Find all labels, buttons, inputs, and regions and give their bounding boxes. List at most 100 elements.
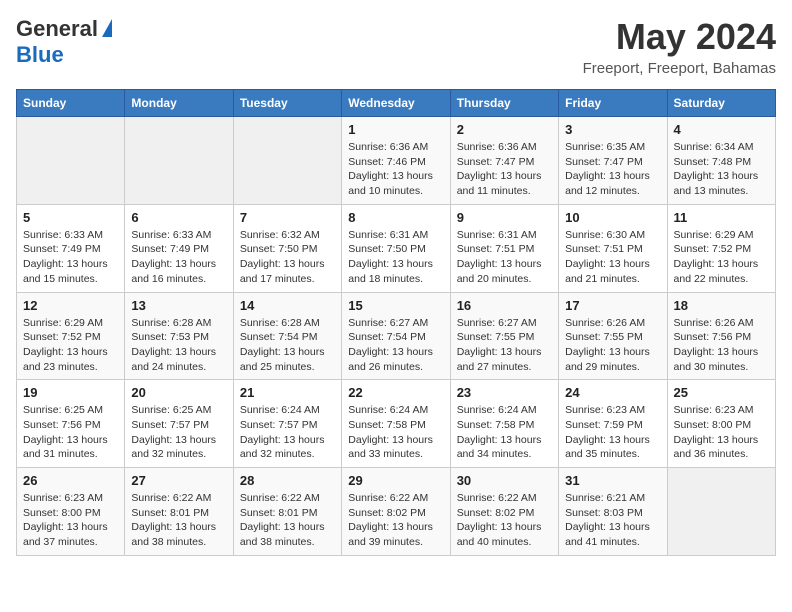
calendar-cell: 9 Sunrise: 6:31 AMSunset: 7:51 PMDaylight…: [450, 204, 558, 292]
day-number: 22: [348, 385, 443, 400]
calendar-cell: 6Sunrise: 6:33 AMSunset: 7:49 PMDaylight…: [125, 204, 233, 292]
day-info: Sunrise: 6:33 AMSunset: 7:49 PMDaylight:…: [23, 228, 118, 287]
logo-general-text: General: [16, 16, 98, 42]
day-info: Sunrise: 6:29 AMSunset: 7:52 PMDaylight:…: [674, 228, 769, 287]
title-area: May 2024 Freeport, Freeport, Bahamas: [583, 16, 776, 77]
calendar-header-wednesday: Wednesday: [342, 90, 450, 117]
day-info: Sunrise: 6:26 AMSunset: 7:56 PMDaylight:…: [674, 316, 769, 375]
day-number: 2: [457, 122, 552, 137]
day-info: Sunrise: 6:24 AMSunset: 7:57 PMDaylight:…: [240, 403, 335, 462]
calendar-cell: 20 Sunrise: 6:25 AMSunset: 7:57 PMDayligh…: [125, 380, 233, 468]
calendar-cell: [125, 117, 233, 205]
logo-blue-text: Blue: [16, 42, 64, 68]
day-number: 21: [240, 385, 335, 400]
day-number: 14: [240, 298, 335, 313]
calendar-cell: 28Sunrise: 6:22 AMSunset: 8:01 PMDayligh…: [233, 468, 341, 556]
day-info: Sunrise: 6:35 AMSunset: 7:47 PMDaylight:…: [565, 140, 660, 199]
logo-triangle-icon: [102, 19, 112, 37]
calendar-header-monday: Monday: [125, 90, 233, 117]
calendar-table: SundayMondayTuesdayWednesdayThursdayFrid…: [16, 89, 776, 556]
day-number: 12: [23, 298, 118, 313]
day-number: 7: [240, 210, 335, 225]
calendar-cell: 8Sunrise: 6:31 AMSunset: 7:50 PMDaylight…: [342, 204, 450, 292]
day-info: Sunrise: 6:36 AMSunset: 7:46 PMDaylight:…: [348, 140, 443, 199]
day-info: Sunrise: 6:24 AMSunset: 7:58 PMDaylight:…: [457, 403, 552, 462]
calendar-header-thursday: Thursday: [450, 90, 558, 117]
calendar-cell: 3 Sunrise: 6:35 AMSunset: 7:47 PMDaylight…: [559, 117, 667, 205]
calendar-week-row: 19 Sunrise: 6:25 AMSunset: 7:56 PMDayligh…: [17, 380, 776, 468]
day-number: 26: [23, 473, 118, 488]
day-info: Sunrise: 6:22 AMSunset: 8:02 PMDaylight:…: [457, 491, 552, 550]
logo: General Blue: [16, 16, 112, 68]
day-info: Sunrise: 6:23 AMSunset: 7:59 PMDaylight:…: [565, 403, 660, 462]
day-info: Sunrise: 6:22 AMSunset: 8:02 PMDaylight:…: [348, 491, 443, 550]
calendar-cell: 27 Sunrise: 6:22 AMSunset: 8:01 PMDayligh…: [125, 468, 233, 556]
calendar-cell: 22 Sunrise: 6:24 AMSunset: 7:58 PMDayligh…: [342, 380, 450, 468]
day-info: Sunrise: 6:31 AMSunset: 7:51 PMDaylight:…: [457, 228, 552, 287]
day-info: Sunrise: 6:33 AMSunset: 7:49 PMDaylight:…: [131, 228, 226, 287]
day-number: 13: [131, 298, 226, 313]
day-number: 19: [23, 385, 118, 400]
calendar-cell: [667, 468, 775, 556]
calendar-header-tuesday: Tuesday: [233, 90, 341, 117]
calendar-header-sunday: Sunday: [17, 90, 125, 117]
day-number: 31: [565, 473, 660, 488]
calendar-week-row: 26 Sunrise: 6:23 AMSunset: 8:00 PMDayligh…: [17, 468, 776, 556]
calendar-cell: 1 Sunrise: 6:36 AMSunset: 7:46 PMDaylight…: [342, 117, 450, 205]
month-year-title: May 2024: [583, 16, 776, 58]
day-info: Sunrise: 6:28 AMSunset: 7:54 PMDaylight:…: [240, 316, 335, 375]
calendar-cell: 15Sunrise: 6:27 AMSunset: 7:54 PMDayligh…: [342, 292, 450, 380]
day-info: Sunrise: 6:28 AMSunset: 7:53 PMDaylight:…: [131, 316, 226, 375]
calendar-cell: 30 Sunrise: 6:22 AMSunset: 8:02 PMDayligh…: [450, 468, 558, 556]
calendar-cell: 14 Sunrise: 6:28 AMSunset: 7:54 PMDayligh…: [233, 292, 341, 380]
day-info: Sunrise: 6:36 AMSunset: 7:47 PMDaylight:…: [457, 140, 552, 199]
day-number: 8: [348, 210, 443, 225]
calendar-cell: 24Sunrise: 6:23 AMSunset: 7:59 PMDayligh…: [559, 380, 667, 468]
calendar-cell: [17, 117, 125, 205]
calendar-cell: 7Sunrise: 6:32 AMSunset: 7:50 PMDaylight…: [233, 204, 341, 292]
day-number: 20: [131, 385, 226, 400]
calendar-cell: 23Sunrise: 6:24 AMSunset: 7:58 PMDayligh…: [450, 380, 558, 468]
day-info: Sunrise: 6:23 AMSunset: 8:00 PMDaylight:…: [23, 491, 118, 550]
day-info: Sunrise: 6:22 AMSunset: 8:01 PMDaylight:…: [131, 491, 226, 550]
calendar-week-row: 12 Sunrise: 6:29 AMSunset: 7:52 PMDayligh…: [17, 292, 776, 380]
calendar-week-row: 5 Sunrise: 6:33 AMSunset: 7:49 PMDaylight…: [17, 204, 776, 292]
day-info: Sunrise: 6:34 AMSunset: 7:48 PMDaylight:…: [674, 140, 769, 199]
calendar-header-row: SundayMondayTuesdayWednesdayThursdayFrid…: [17, 90, 776, 117]
calendar-cell: 25Sunrise: 6:23 AMSunset: 8:00 PMDayligh…: [667, 380, 775, 468]
day-number: 1: [348, 122, 443, 137]
calendar-cell: 26 Sunrise: 6:23 AMSunset: 8:00 PMDayligh…: [17, 468, 125, 556]
day-number: 3: [565, 122, 660, 137]
day-number: 17: [565, 298, 660, 313]
calendar-cell: 19 Sunrise: 6:25 AMSunset: 7:56 PMDayligh…: [17, 380, 125, 468]
day-number: 27: [131, 473, 226, 488]
calendar-cell: 16Sunrise: 6:27 AMSunset: 7:55 PMDayligh…: [450, 292, 558, 380]
day-info: Sunrise: 6:23 AMSunset: 8:00 PMDaylight:…: [674, 403, 769, 462]
calendar-cell: 31 Sunrise: 6:21 AMSunset: 8:03 PMDayligh…: [559, 468, 667, 556]
day-number: 16: [457, 298, 552, 313]
day-info: Sunrise: 6:24 AMSunset: 7:58 PMDaylight:…: [348, 403, 443, 462]
calendar-header-friday: Friday: [559, 90, 667, 117]
day-number: 5: [23, 210, 118, 225]
day-info: Sunrise: 6:21 AMSunset: 8:03 PMDaylight:…: [565, 491, 660, 550]
calendar-cell: 13 Sunrise: 6:28 AMSunset: 7:53 PMDayligh…: [125, 292, 233, 380]
day-info: Sunrise: 6:25 AMSunset: 7:57 PMDaylight:…: [131, 403, 226, 462]
calendar-cell: 12 Sunrise: 6:29 AMSunset: 7:52 PMDayligh…: [17, 292, 125, 380]
calendar-cell: 29 Sunrise: 6:22 AMSunset: 8:02 PMDayligh…: [342, 468, 450, 556]
day-number: 29: [348, 473, 443, 488]
page-header: General Blue May 2024 Freeport, Freeport…: [16, 16, 776, 77]
day-info: Sunrise: 6:29 AMSunset: 7:52 PMDaylight:…: [23, 316, 118, 375]
day-number: 11: [674, 210, 769, 225]
calendar-cell: 18Sunrise: 6:26 AMSunset: 7:56 PMDayligh…: [667, 292, 775, 380]
day-number: 9: [457, 210, 552, 225]
day-info: Sunrise: 6:30 AMSunset: 7:51 PMDaylight:…: [565, 228, 660, 287]
day-info: Sunrise: 6:27 AMSunset: 7:54 PMDaylight:…: [348, 316, 443, 375]
calendar-cell: 2 Sunrise: 6:36 AMSunset: 7:47 PMDaylight…: [450, 117, 558, 205]
day-info: Sunrise: 6:26 AMSunset: 7:55 PMDaylight:…: [565, 316, 660, 375]
day-number: 30: [457, 473, 552, 488]
day-number: 10: [565, 210, 660, 225]
calendar-cell: 17 Sunrise: 6:26 AMSunset: 7:55 PMDayligh…: [559, 292, 667, 380]
calendar-cell: 21 Sunrise: 6:24 AMSunset: 7:57 PMDayligh…: [233, 380, 341, 468]
calendar-header-saturday: Saturday: [667, 90, 775, 117]
day-info: Sunrise: 6:25 AMSunset: 7:56 PMDaylight:…: [23, 403, 118, 462]
